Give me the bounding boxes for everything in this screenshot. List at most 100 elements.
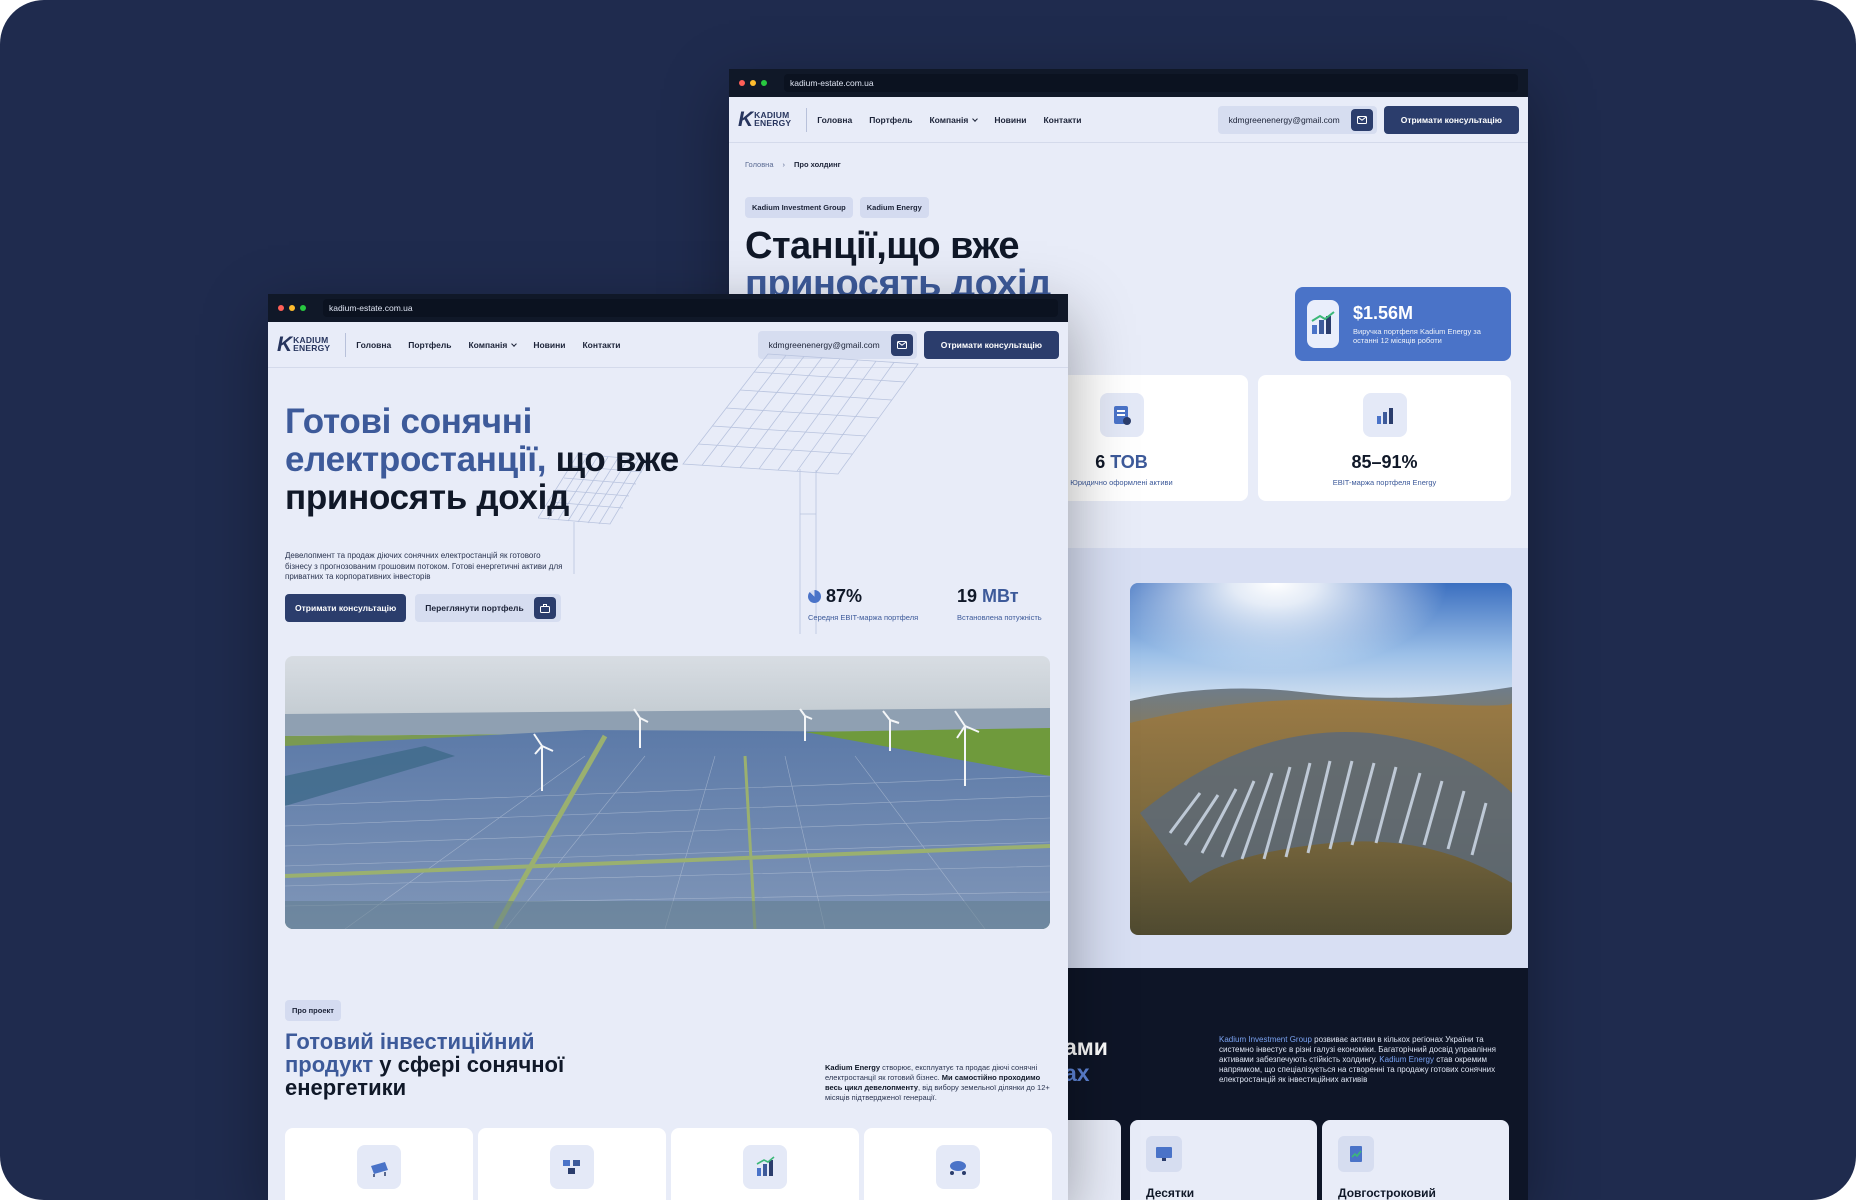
get-consultation-button[interactable]: Отримати консультацію (285, 594, 407, 622)
kpi-capacity-value: 19 (957, 586, 978, 606)
hero-lead-text: Девелопмент та продаж діючих сонячних ел… (285, 551, 563, 581)
logo-line-2: ENERGY (293, 342, 331, 353)
stat-llc-number: 6 (1095, 452, 1106, 472)
kpi-capacity: 19 МВт Встановлена потужність (957, 586, 1042, 622)
hero-title-highlight: Готові сонячні електростанції, (285, 402, 547, 479)
front-browser-window: kadium-estate.com.ua K KADIUM ENERGY Голо… (268, 294, 1068, 1200)
url-bar[interactable]: kadium-estate.com.ua (323, 299, 1058, 317)
k-logo-icon: K (738, 107, 753, 131)
kpi-ebit-label: Середня EBIT-маржа портфеля (808, 613, 919, 622)
page-title: Станції,що вже приносять дохід (745, 227, 1051, 303)
about-brand: Kadium Energy (825, 1063, 881, 1072)
cloud-network-icon (936, 1145, 980, 1189)
url-bar[interactable]: kadium-estate.com.ua (784, 74, 1518, 92)
revenue-card: $1.56M Виручка портфеля Kadium Energy за… (1295, 287, 1511, 361)
view-portfolio-button[interactable]: Переглянути портфель (415, 594, 561, 622)
main-menu: Головна Портфель Компанія Новини Контакт… (817, 115, 1081, 125)
solar-array-icon (550, 1145, 594, 1189)
nav-home[interactable]: Головна (817, 115, 852, 125)
nav-company[interactable]: Компанія (468, 340, 516, 350)
hero-buttons: Отримати консультацію Переглянути портфе… (285, 594, 561, 622)
nav-contacts[interactable]: Контакти (1043, 115, 1081, 125)
stat-ebit-value: 85–91% (1351, 452, 1418, 472)
feature-card-4 (864, 1128, 1052, 1200)
chip-group: Kadium Investment Group Kadium Energy (745, 197, 929, 218)
pie-progress-icon (808, 590, 821, 603)
solar-wind-farm-photo (285, 656, 1050, 929)
kpi-capacity-unit: МВт (982, 586, 1019, 606)
chart-growth-icon (1307, 300, 1340, 348)
solar-farm-hills-photo (1130, 583, 1512, 935)
showcase-canvas: kadium-estate.com.ua K KADIUM ENERGY Голо… (0, 0, 1856, 1200)
nav-portfolio[interactable]: Портфель (408, 340, 451, 350)
mail-icon[interactable] (1350, 108, 1373, 131)
mail-icon[interactable] (890, 333, 913, 356)
logo-line-2: ENERGY (754, 117, 792, 128)
dark-heading-line-1: ами (1064, 1034, 1108, 1060)
growth-chart-icon (743, 1145, 787, 1189)
logo-divider (345, 332, 347, 357)
nav-company[interactable]: Компанія (929, 115, 977, 125)
browser-chrome: kadium-estate.com.ua (268, 294, 1068, 322)
browser-chrome: kadium-estate.com.ua (729, 69, 1528, 97)
growth-document-icon (1338, 1136, 1374, 1172)
logo-divider (806, 107, 808, 132)
bar-chart-icon (1362, 393, 1407, 437)
feature-card-dozens-title: Десятки (1146, 1186, 1195, 1200)
section-title: Готовий інвестиційний продукт у сфері со… (285, 1030, 625, 1099)
breadcrumb: Головна › Про холдинг (745, 160, 841, 169)
dark-text-link-2[interactable]: Kadium Energy (1379, 1055, 1434, 1064)
about-text: Kadium Energy створює, експлуатує та про… (825, 1063, 1050, 1103)
email-text: kdmgreenenergy@gmail.com (768, 339, 880, 350)
minimize-dot-icon[interactable] (750, 80, 756, 86)
site-header: K KADIUM ENERGY Головна Портфель Компанія… (729, 97, 1528, 143)
nav-home[interactable]: Головна (356, 340, 391, 350)
document-icon (1099, 393, 1144, 437)
main-menu: Головна Портфель Компанія Новини Контакт… (356, 340, 620, 350)
hero-title: Готові сонячні електростанції, що вже пр… (285, 403, 705, 517)
dark-text-link-1[interactable]: Kadium Investment Group (1219, 1035, 1312, 1044)
breadcrumb-home[interactable]: Головна (745, 160, 774, 169)
revenue-amount: $1.56M (1353, 303, 1414, 323)
consultation-button[interactable]: Отримати консультацію (1383, 105, 1519, 134)
nav-portfolio[interactable]: Портфель (869, 115, 912, 125)
maximize-dot-icon[interactable] (300, 305, 306, 311)
feature-card-longterm-title: Довгостроковий (1338, 1186, 1436, 1200)
kpi-ebit-value: 87% (826, 586, 863, 606)
chip-kadium-energy[interactable]: Kadium Energy (859, 197, 929, 218)
stat-card-ebit: 85–91% EBIT-маржа портфеля Energy (1258, 375, 1511, 501)
view-portfolio-label: Переглянути портфель (425, 603, 524, 613)
maximize-dot-icon[interactable] (761, 80, 767, 86)
email-text: kdmgreenenergy@gmail.com (1228, 114, 1340, 125)
consultation-button[interactable]: Отримати консультацію (923, 330, 1059, 359)
close-dot-icon[interactable] (739, 80, 745, 86)
dark-paragraph: Kadium Investment Group розвиває активи … (1219, 1035, 1514, 1085)
feature-card-3 (671, 1128, 859, 1200)
site-header: K KADIUM ENERGY Головна Портфель Компанія… (268, 322, 1068, 368)
k-logo-icon: K (277, 332, 292, 356)
minimize-dot-icon[interactable] (289, 305, 295, 311)
nav-news[interactable]: Новини (994, 115, 1026, 125)
dark-heading: ами ах (1064, 1034, 1108, 1086)
nav-news[interactable]: Новини (533, 340, 565, 350)
kadium-logo[interactable]: K KADIUM ENERGY (738, 107, 808, 132)
kpi-ebit-margin: 87% Середня EBIT-маржа портфеля (808, 586, 918, 622)
feature-card-1 (285, 1128, 473, 1200)
kpi-capacity-label: Встановлена потужність (957, 613, 1042, 622)
email-box[interactable]: kdmgreenenergy@gmail.com (1217, 105, 1377, 134)
feature-card-longterm: Довгостроковий (1322, 1120, 1509, 1200)
feature-card-dozens: Десятки (1130, 1120, 1317, 1200)
about-project-tag: Про проект (285, 1000, 341, 1021)
stat-ebit-label: EBIT-маржа портфеля Energy (1332, 478, 1437, 487)
page-title-line-1: Станції,що вже (745, 225, 1020, 267)
kadium-logo[interactable]: K KADIUM ENERGY (277, 332, 347, 357)
close-dot-icon[interactable] (278, 305, 284, 311)
nav-contacts[interactable]: Контакти (582, 340, 620, 350)
chip-investment-group[interactable]: Kadium Investment Group (745, 197, 853, 218)
chevron-right-icon: › (782, 160, 786, 169)
stat-llc-unit: ТОВ (1110, 452, 1148, 472)
briefcase-icon (533, 597, 556, 619)
monitor-icon (1146, 1136, 1182, 1172)
revenue-description: Виручка портфеля Kadium Energy за останн… (1353, 327, 1481, 345)
email-box[interactable]: kdmgreenenergy@gmail.com (757, 330, 917, 359)
